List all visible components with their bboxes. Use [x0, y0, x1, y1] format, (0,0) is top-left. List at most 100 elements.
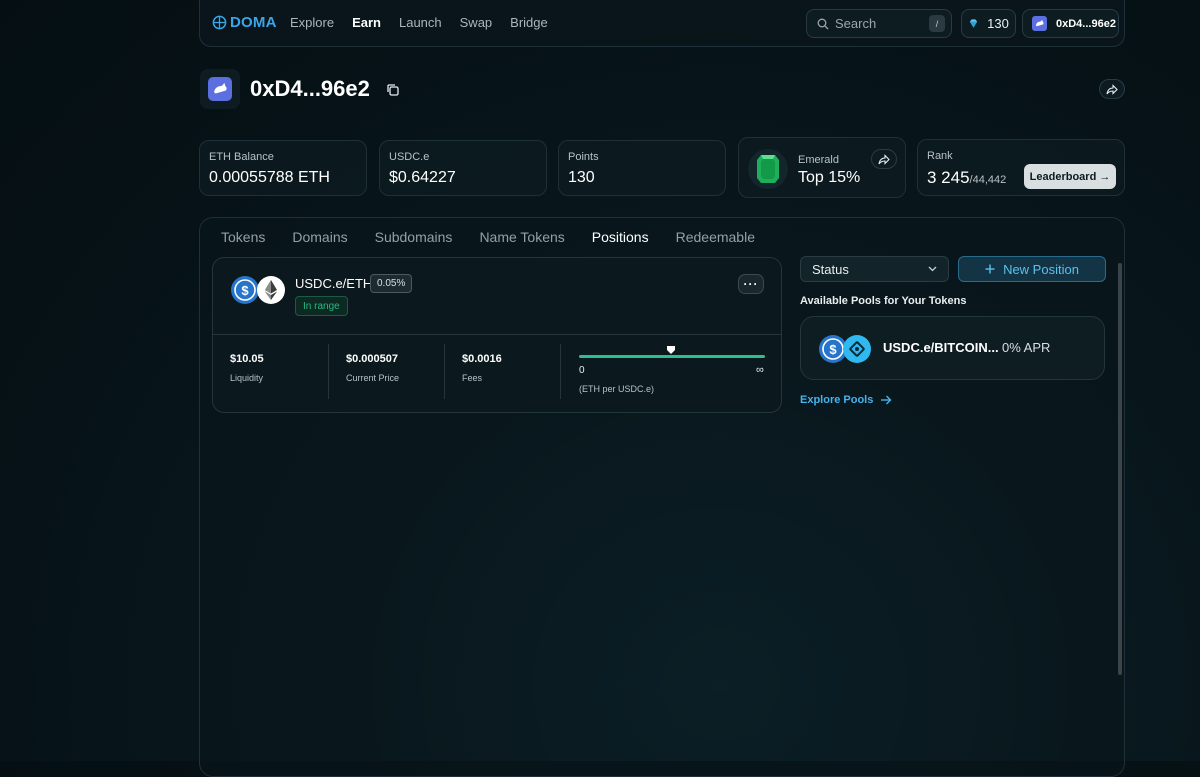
explore-pools-link[interactable]: Explore Pools: [800, 394, 892, 406]
tier-label: Emerald: [798, 154, 839, 166]
new-position-button[interactable]: New Position: [958, 256, 1106, 282]
bitcoin-token-icon: [843, 335, 871, 363]
position-card[interactable]: $ USDC.e/ETH 0.05% In range ··· $10.05 L…: [212, 257, 782, 413]
available-pools-title: Available Pools for Your Tokens: [800, 295, 967, 307]
more-options-button[interactable]: ···: [738, 274, 764, 294]
profile-name: 0xD4...96e2: [250, 76, 370, 101]
pool-name: USDC.e/BITCOIN...: [883, 340, 999, 355]
eth-balance-value: 0.00055788 ETH: [209, 169, 330, 186]
portfolio-panel: Tokens Domains Subdomains Name Tokens Po…: [199, 217, 1125, 777]
tab-subdomains[interactable]: Subdomains: [375, 229, 453, 245]
in-range-badge: In range: [295, 296, 348, 316]
points-count: 130: [987, 16, 1009, 31]
usdc-balance-label: USDC.e: [389, 151, 430, 163]
rank-total: /44,442: [969, 174, 1007, 186]
tab-redeemable[interactable]: Redeemable: [676, 229, 755, 245]
copy-icon[interactable]: [386, 83, 400, 97]
rank-value-wrap: 3 245/44,442: [927, 168, 1006, 188]
explore-pools-label: Explore Pools: [800, 394, 874, 406]
gem-icon: [969, 19, 978, 28]
points-label: Points: [568, 151, 599, 163]
pool-apr: 0% APR: [1002, 340, 1051, 355]
new-position-label: New Position: [1003, 261, 1079, 277]
eth-icon: [257, 276, 285, 304]
usdc-icon: $: [231, 276, 259, 304]
usdc-balance-card: USDC.e $0.64227: [379, 140, 547, 196]
nav-links: Explore Earn Launch Swap Bridge: [290, 15, 548, 30]
position-pair-name: USDC.e/ETH: [295, 276, 373, 291]
doma-logo-icon: [212, 15, 227, 30]
scrollbar[interactable]: [1118, 263, 1122, 675]
tab-positions[interactable]: Positions: [592, 229, 649, 245]
pair-icons: $: [231, 276, 285, 304]
tab-name-tokens[interactable]: Name Tokens: [479, 229, 564, 245]
range-unit-label: (ETH per USDC.e): [579, 384, 655, 394]
chevron-down-icon: [928, 266, 937, 272]
emerald-icon: [757, 155, 779, 183]
search-shortcut-key: /: [929, 15, 945, 32]
profile-avatar: [200, 69, 240, 109]
share-icon: [878, 153, 890, 165]
profile-avatar-image: [208, 77, 232, 101]
nav-link-explore[interactable]: Explore: [290, 15, 334, 30]
wallet-address: 0xD4...96e2: [1056, 17, 1116, 30]
price-range-bar: [579, 355, 765, 358]
fees-value: $0.0016: [462, 353, 502, 365]
doma-logo[interactable]: DOMA: [212, 14, 277, 31]
current-price-marker-icon: [667, 346, 675, 354]
portfolio-tabs: Tokens Domains Subdomains Name Tokens Po…: [221, 229, 755, 245]
plus-icon: [985, 264, 995, 274]
liquidity-metric: $10.05 Liquidity: [230, 353, 264, 383]
search-input[interactable]: Search /: [806, 9, 952, 38]
emerald-badge: [748, 149, 788, 189]
range-max-label: ∞: [756, 364, 764, 376]
current-price-value: $0.000507: [346, 353, 398, 365]
current-price-label: Current Price: [346, 373, 400, 383]
pool-card[interactable]: $ USDC.e/BITCOIN... 0% APR: [800, 316, 1105, 380]
status-filter-label: Status: [812, 261, 849, 277]
metric-divider: [328, 344, 329, 399]
metric-divider: [444, 344, 445, 399]
points-card: Points 130: [558, 140, 726, 196]
fees-metric: $0.0016 Fees: [462, 353, 502, 383]
nav-link-swap[interactable]: Swap: [460, 15, 493, 30]
tier-card: Emerald Top 15%: [738, 137, 906, 198]
fees-label: Fees: [462, 373, 483, 383]
share-tier-button[interactable]: [871, 149, 897, 169]
nav-link-launch[interactable]: Launch: [399, 15, 442, 30]
wallet-button[interactable]: 0xD4...96e2: [1022, 9, 1119, 38]
wallet-avatar: [1032, 16, 1047, 31]
share-profile-button[interactable]: [1099, 79, 1125, 99]
rabbit-icon: [1035, 19, 1044, 27]
fee-tier-badge: 0.05%: [370, 274, 413, 293]
points-value: 130: [568, 169, 595, 186]
metric-divider: [560, 344, 561, 399]
nav-link-earn[interactable]: Earn: [352, 15, 381, 30]
search-placeholder: Search: [835, 16, 877, 31]
arrow-right-icon: [881, 395, 892, 405]
usdc-balance-value: $0.64227: [389, 169, 456, 186]
rank-card: Rank 3 245/44,442 Leaderboard →: [917, 139, 1125, 196]
rank-value: 3 245: [927, 168, 970, 187]
leaderboard-button[interactable]: Leaderboard →: [1024, 164, 1116, 189]
current-price-metric: $0.000507 Current Price: [346, 353, 399, 383]
search-icon: [817, 18, 829, 29]
tab-domains[interactable]: Domains: [292, 229, 347, 245]
status-filter-select[interactable]: Status: [800, 256, 949, 282]
position-divider: [213, 334, 781, 335]
points-pill[interactable]: 130: [961, 9, 1016, 38]
nav-link-bridge[interactable]: Bridge: [510, 15, 548, 30]
tab-tokens[interactable]: Tokens: [221, 229, 265, 245]
top-nav: DOMA Explore Earn Launch Swap Bridge Sea…: [199, 0, 1125, 47]
share-icon: [1106, 83, 1118, 95]
liquidity-value: $10.05: [230, 353, 264, 365]
liquidity-label: Liquidity: [230, 373, 264, 383]
rank-label: Rank: [927, 150, 953, 162]
rabbit-icon: [214, 83, 227, 94]
tier-value: Top 15%: [798, 169, 861, 186]
eth-balance-card: ETH Balance 0.00055788 ETH: [199, 140, 367, 196]
logo-text: DOMA: [230, 14, 277, 31]
svg-text:$: $: [829, 342, 837, 357]
svg-text:$: $: [241, 283, 249, 298]
range-min-label: 0: [579, 365, 585, 376]
